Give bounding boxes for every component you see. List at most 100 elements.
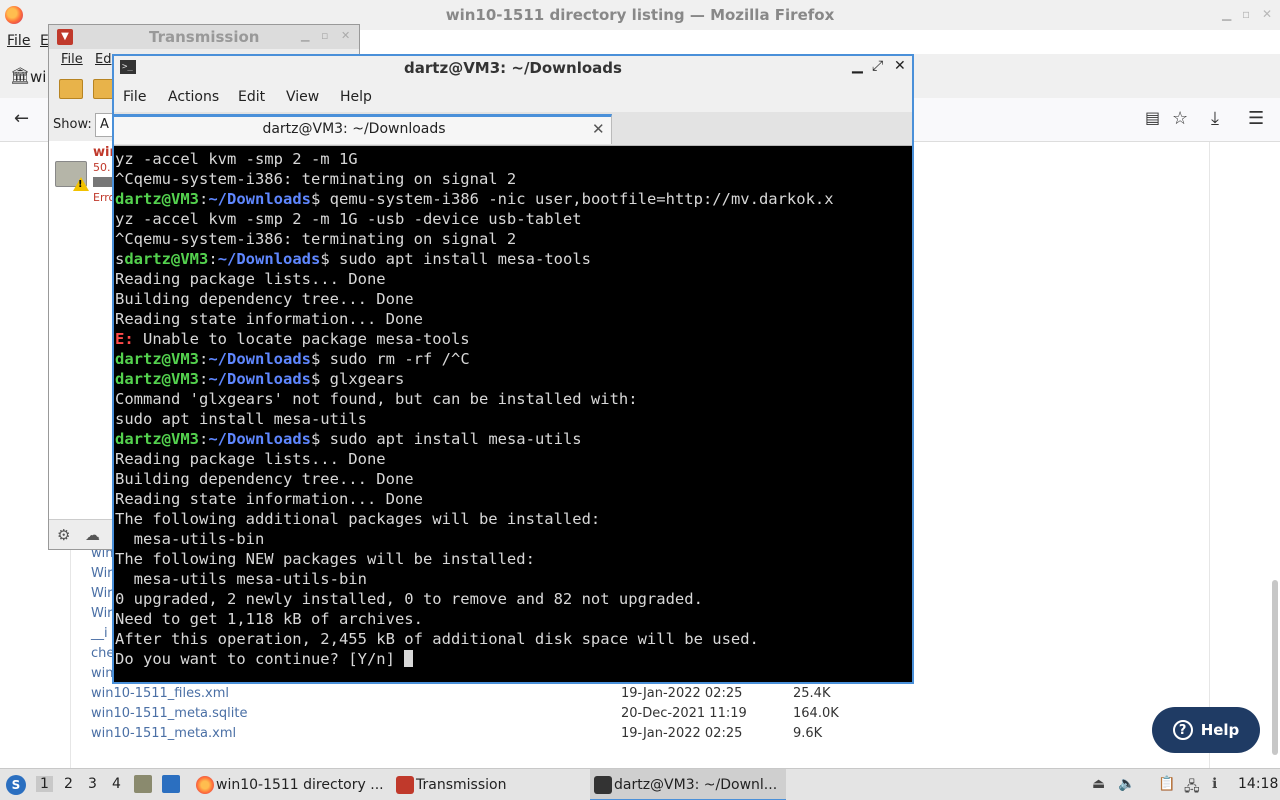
file-date: 19-Jan-2022 02:25 (621, 726, 743, 741)
output-text: Reading package lists... Done (115, 270, 386, 288)
firefox-menu-file[interactable]: File (7, 33, 30, 49)
firefox-window-title: win10-1511 directory listing — Mozilla F… (445, 6, 835, 24)
warning-mark: ! (78, 179, 83, 190)
maximize-icon[interactable]: ▫ (321, 29, 328, 42)
transmission-titlebar: ▼ Transmission ▁ ▫ ✕ (49, 25, 359, 49)
prompt-user: dartz@VM3 (124, 250, 209, 268)
terminal-menu-file[interactable]: File (123, 89, 146, 105)
dir-link-truncated[interactable]: win (91, 666, 113, 681)
dir-link-truncated[interactable]: Wir (91, 606, 113, 621)
output-text: The following additional packages will b… (115, 510, 601, 528)
firefox-tab-title[interactable]: wi (30, 68, 46, 86)
back-arrow-icon[interactable]: ← (14, 108, 29, 129)
taskbar: S 1 2 3 4 win10-1511 directory ... Trans… (0, 768, 1280, 800)
terminal-menu-view[interactable]: View (286, 89, 319, 105)
dir-link-truncated[interactable]: __i (91, 626, 108, 641)
dir-link-truncated[interactable]: Wir (91, 566, 113, 581)
output-text: Command 'glxgears' not found, but can be… (115, 390, 638, 408)
file-size: 164.0K (793, 706, 839, 721)
transmission-menu-edit[interactable]: Ed (95, 52, 111, 67)
terminal-line: dartz@VM3:~/Downloads$ sudo rm -rf /^C (115, 350, 470, 368)
terminal-line: Reading state information... Done (115, 489, 912, 509)
taskbar-item-firefox[interactable]: win10-1511 directory ... (192, 769, 388, 800)
terminal-line: The following NEW packages will be insta… (115, 549, 912, 569)
workspace-2[interactable]: 2 (64, 776, 73, 792)
tab-close-icon[interactable]: ✕ (592, 120, 605, 138)
terminal-tabbar: dartz@VM3: ~/Downloads ✕ (114, 112, 912, 146)
confirm-prompt: Do you want to continue? [Y/n] (115, 650, 405, 668)
maximize-icon[interactable]: ▫ (1242, 7, 1250, 21)
transmission-menu-file[interactable]: File (61, 52, 83, 67)
hamburger-menu-icon[interactable]: ☰ (1248, 108, 1264, 129)
torrent-size: 50. (93, 161, 111, 174)
dir-link-truncated[interactable]: che (91, 646, 114, 661)
close-icon[interactable]: ✕ (341, 29, 350, 42)
terminal-line: After this operation, 2,455 kB of additi… (115, 629, 912, 649)
workspace-1[interactable]: 1 (36, 776, 53, 792)
output-text: Need to get 1,118 kB of archives. (115, 610, 423, 628)
eject-icon[interactable]: ⏏ (1092, 776, 1105, 792)
minimize-icon[interactable]: ▁ (301, 29, 309, 42)
archive-icon: 🏛 (10, 66, 31, 85)
volume-icon[interactable]: 🔈 (1118, 776, 1135, 792)
prompt-path: ~/Downloads (208, 190, 311, 208)
desktop-icon[interactable] (162, 775, 180, 793)
terminal-tab[interactable]: dartz@VM3: ~/Downloads ✕ (114, 114, 612, 144)
open-folder-icon[interactable] (59, 79, 83, 99)
dir-link-truncated[interactable]: Wir (91, 586, 113, 601)
network-icon[interactable]: 🖧 (1184, 776, 1200, 800)
terminal-line: The following additional packages will b… (115, 509, 912, 529)
taskbar-item-terminal[interactable]: dartz@VM3: ~/Downl... (590, 769, 786, 800)
terminal-line: Building dependency tree... Done (115, 469, 912, 489)
minimize-icon[interactable]: ▁ (1222, 7, 1231, 21)
workspace-3[interactable]: 3 (88, 776, 97, 792)
terminal-line: Reading state information... Done (115, 309, 912, 329)
command-text: sudo apt install mesa-utils (320, 430, 582, 448)
help-button[interactable]: ? Help (1152, 707, 1260, 753)
gear-icon[interactable]: ⚙ (57, 526, 70, 544)
workspace-4[interactable]: 4 (112, 776, 121, 792)
file-link[interactable]: win10-1511_meta.xml (91, 726, 236, 741)
terminal-icon (594, 776, 612, 794)
output-text: yz -accel kvm -smp 2 -m 1G -usb -device … (115, 210, 582, 228)
taskbar-item-label: dartz@VM3: ~/Downl... (614, 777, 778, 793)
download-icon[interactable]: ⤓ (1211, 108, 1219, 129)
close-icon[interactable]: ✕ (894, 58, 906, 74)
terminal-output[interactable]: yz -accel kvm -smp 2 -m 1G ^Cqemu-system-… (114, 146, 912, 682)
output-text: ^Cqemu-system-i386: terminating on signa… (115, 170, 517, 188)
table-row: win10-1511_files.xml 19-Jan-2022 02:25 2… (91, 686, 871, 706)
notification-icon[interactable]: ℹ (1212, 776, 1217, 792)
command-text: sudo apt install mesa-tools (329, 250, 591, 268)
file-manager-icon[interactable] (134, 775, 152, 793)
output-text: sudo apt install mesa-utils (115, 410, 367, 428)
file-link[interactable]: win10-1511_files.xml (91, 686, 229, 701)
output-text: Reading state information... Done (115, 490, 423, 508)
prompt-path: ~/Downloads (208, 370, 311, 388)
output-text: Building dependency tree... Done (115, 290, 414, 308)
minimize-icon[interactable]: ▁ (852, 58, 863, 74)
terminal-menu-help[interactable]: Help (340, 89, 372, 105)
output-text: mesa-utils mesa-utils-bin (115, 570, 367, 588)
terminal-menu-edit[interactable]: Edit (238, 89, 265, 105)
page-scrollbar[interactable] (1272, 580, 1278, 755)
reader-view-icon[interactable]: ▤ (1145, 108, 1160, 127)
turtle-icon[interactable]: ☁ (85, 526, 100, 544)
clipboard-icon[interactable]: 📋 (1158, 776, 1175, 792)
start-menu-icon[interactable]: S (6, 775, 26, 795)
file-link[interactable]: win10-1511_meta.sqlite (91, 706, 248, 721)
terminal-line: mesa-utils-bin (115, 529, 912, 549)
terminal-line: dartz@VM3:~/Downloads$ sudo apt install … (115, 430, 582, 448)
taskbar-item-transmission[interactable]: Transmission (392, 769, 588, 800)
terminal-line: E: Unable to locate package mesa-tools (115, 329, 912, 349)
transmission-title: Transmission (149, 28, 260, 46)
output-text: The following NEW packages will be insta… (115, 550, 535, 568)
error-label: E: (115, 330, 134, 348)
terminal-menu-actions[interactable]: Actions (168, 89, 219, 105)
maximize-icon[interactable]: ⤢ (872, 58, 883, 74)
close-icon[interactable]: ✕ (1262, 7, 1272, 21)
bookmark-star-icon[interactable]: ☆ (1172, 108, 1188, 129)
error-text: Unable to locate package mesa-tools (133, 330, 470, 348)
output-text: 0 upgraded, 2 newly installed, 0 to remo… (115, 590, 703, 608)
terminal-titlebar: >_ dartz@VM3: ~/Downloads ▁ ⤢ ✕ (114, 56, 912, 80)
prompt-user: dartz@VM3 (115, 190, 199, 208)
